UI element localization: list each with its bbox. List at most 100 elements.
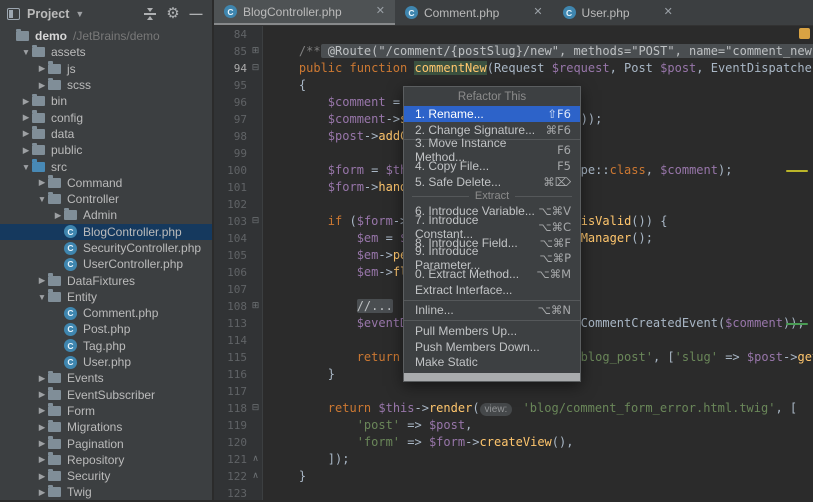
menu-item-7-introduce-constant[interactable]: 7. Introduce Constant... ⌥⌘C [404, 213, 580, 241]
code-line-84[interactable] [264, 26, 813, 43]
tree-expand-arrow-icon[interactable]: ▶ [36, 275, 48, 286]
tree-expand-arrow-icon[interactable]: ▼ [36, 194, 48, 204]
tree-item-bin[interactable]: ▶ bin [0, 93, 212, 109]
tree-item-src[interactable]: ▼ src [0, 158, 212, 174]
code-token: return [327, 401, 379, 415]
tree-expand-arrow-icon[interactable]: ▶ [20, 96, 32, 107]
code-token: commentNew [414, 61, 487, 75]
menu-item-1-rename[interactable]: 1. Rename... ⇧F6 [404, 106, 580, 122]
tree-item-eventsubscriber[interactable]: ▶ EventSubscriber [0, 387, 212, 403]
tree-item-migrations[interactable]: ▶ Migrations [0, 419, 212, 435]
stripe-mark-line-100[interactable] [786, 170, 808, 172]
tree-item-blogcontroller-php[interactable]: C BlogController.php [0, 223, 212, 240]
menu-item-pull-members-up[interactable]: Pull Members Up... [404, 323, 580, 339]
tree-expand-arrow-icon[interactable]: ▶ [36, 471, 48, 482]
fold-end-icon[interactable]: ∧ [251, 472, 260, 481]
php-class-icon: C [562, 6, 576, 19]
menu-item-9-introduce-parameter[interactable]: 9. Introduce Parameter... ⌥⌘P [404, 244, 580, 272]
tree-item-pagination[interactable]: ▶ Pagination [0, 435, 212, 451]
code-line-120[interactable]: 'form' => $form->createView(), [264, 434, 813, 451]
tree-item-user-php[interactable]: C User.php [0, 354, 212, 370]
tree-item-entity[interactable]: ▼ Entity [0, 289, 212, 305]
tab-blogcontroller-php[interactable]: C BlogController.php ✕ [214, 0, 395, 25]
menu-item-inline[interactable]: Inline... ⌥⌘N [404, 303, 580, 319]
fold-collapse-icon[interactable]: ⊟ [251, 64, 260, 73]
tree-expand-arrow-icon[interactable]: ▼ [36, 292, 48, 302]
tree-expand-arrow-icon[interactable]: ▶ [20, 145, 32, 156]
tree-item-data[interactable]: ▶ data [0, 126, 212, 142]
tree-expand-arrow-icon[interactable]: ▶ [36, 389, 48, 400]
tree-expand-arrow-icon[interactable]: ▶ [36, 373, 48, 384]
tree-item-repository[interactable]: ▶ Repository [0, 452, 212, 468]
folded-region[interactable]: @Route("/comment/{postSlug}/new", method… [320, 44, 813, 58]
close-icon[interactable]: ✕ [376, 6, 385, 17]
code-line-119[interactable]: 'post' => $post, [264, 417, 813, 434]
gear-icon[interactable]: ⚙ [165, 6, 181, 22]
tree-item-assets[interactable]: ▼ assets [0, 44, 212, 60]
code-token: , Post [609, 61, 661, 75]
close-icon[interactable]: ✕ [664, 7, 673, 18]
fold-expand-icon[interactable]: ⊞ [251, 47, 260, 56]
tree-expand-arrow-icon[interactable]: ▶ [36, 487, 48, 498]
menu-item-3-move-instance-method[interactable]: 3. Move Instance Method... F6 [404, 136, 580, 164]
menu-item-push-members-down[interactable]: Push Members Down... [404, 339, 580, 355]
code-line-121[interactable]: ]); [264, 451, 813, 468]
hide-panel-icon[interactable]: — [188, 6, 204, 22]
fold-collapse-icon[interactable]: ⊟ [251, 217, 260, 226]
tree-item-demo[interactable]: demo/JetBrains/demo [0, 28, 212, 44]
folded-region[interactable]: //... [356, 299, 393, 313]
tree-item-js[interactable]: ▶ js [0, 61, 212, 77]
project-panel-title[interactable]: Project [27, 7, 69, 21]
tab-user-php[interactable]: C User.php ✕ [553, 0, 683, 25]
tree-expand-arrow-icon[interactable]: ▼ [20, 47, 32, 57]
tree-item-securitycontroller-php[interactable]: C SecurityController.php [0, 240, 212, 256]
tree-item-comment-php[interactable]: C Comment.php [0, 305, 212, 321]
code-line-122[interactable]: } [264, 468, 813, 485]
tree-item-usercontroller-php[interactable]: C UserController.php [0, 256, 212, 272]
tree-item-security[interactable]: ▶ Security [0, 468, 212, 484]
tree-item-form[interactable]: ▶ Form [0, 403, 212, 419]
tree-item-events[interactable]: ▶ Events [0, 370, 212, 386]
menu-item-0-extract-method[interactable]: 0. Extract Method... ⌥⌘M [404, 266, 580, 282]
tree-item-command[interactable]: ▶ Command [0, 175, 212, 191]
tree-item-post-php[interactable]: C Post.php [0, 321, 212, 337]
stripe-mark-line-113[interactable] [786, 323, 808, 325]
code-line-94[interactable]: public function commentNew(Request $requ… [264, 60, 813, 77]
tree-item-twig[interactable]: ▶ Twig [0, 484, 212, 500]
fold-collapse-icon[interactable]: ⊟ [251, 404, 260, 413]
menu-item-extract-interface[interactable]: Extract Interface... [404, 282, 580, 298]
tree-item-admin[interactable]: ▶ Admin [0, 207, 212, 223]
tree-expand-arrow-icon[interactable]: ▶ [36, 438, 48, 449]
tab-comment-php[interactable]: C Comment.php ✕ [395, 0, 553, 25]
menu-item-make-static[interactable]: Make Static [404, 355, 580, 371]
tree-expand-arrow-icon[interactable]: ▼ [20, 162, 32, 172]
tree-item-label: BlogController.php [83, 224, 182, 239]
tree-expand-arrow-icon[interactable]: ▶ [20, 112, 32, 123]
menu-item-5-safe-delete[interactable]: 5. Safe Delete... ⌘⌦ [404, 174, 580, 190]
tree-item-config[interactable]: ▶ config [0, 109, 212, 125]
tree-item-controller[interactable]: ▼ Controller [0, 191, 212, 207]
tree-expand-arrow-icon[interactable]: ▶ [52, 210, 64, 221]
tree-item-tag-php[interactable]: C Tag.php [0, 338, 212, 354]
code-line-85[interactable]: /** @Route("/comment/{postSlug}/new", me… [264, 43, 813, 60]
tree-item-public[interactable]: ▶ public [0, 142, 212, 158]
tree-expand-arrow-icon[interactable]: ▶ [36, 177, 48, 188]
tree-item-datafixtures[interactable]: ▶ DataFixtures [0, 272, 212, 288]
chevron-down-icon[interactable]: ▼ [75, 9, 84, 19]
tree-expand-arrow-icon[interactable]: ▶ [36, 405, 48, 416]
tree-expand-arrow-icon[interactable]: ▶ [36, 454, 48, 465]
close-icon[interactable]: ✕ [533, 7, 542, 18]
fold-end-icon[interactable]: ∧ [251, 455, 260, 464]
code-line-123[interactable] [264, 485, 813, 500]
tree-item-scss[interactable]: ▶ scss [0, 77, 212, 93]
tree-expand-arrow-icon[interactable]: ▶ [20, 128, 32, 139]
collapse-all-icon[interactable] [142, 6, 158, 22]
menu-item-2-change-signature[interactable]: 2. Change Signature... ⌘F6 [404, 122, 580, 138]
code-line-118[interactable]: return $this->render(view: 'blog/comment… [264, 400, 813, 417]
tree-expand-arrow-icon[interactable]: ▶ [36, 422, 48, 433]
tree-expand-arrow-icon[interactable]: ▶ [36, 80, 48, 91]
code-line-117[interactable] [264, 383, 813, 400]
tree-expand-arrow-icon[interactable]: ▶ [36, 63, 48, 74]
fold-expand-icon[interactable]: ⊞ [251, 302, 260, 311]
inspections-badge[interactable] [799, 28, 810, 39]
